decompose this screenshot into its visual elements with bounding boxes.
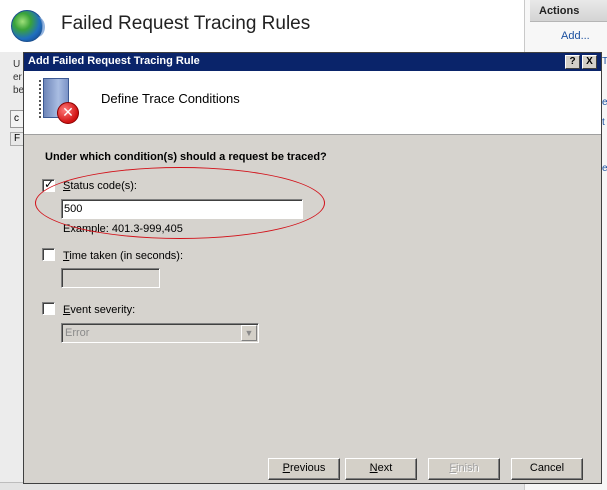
globe-icon bbox=[11, 10, 45, 42]
dialog-title: Add Failed Request Tracing Rule bbox=[28, 55, 200, 67]
wizard-step-title: Define Trace Conditions bbox=[101, 91, 240, 106]
add-rule-dialog: Add Failed Request Tracing Rule ? X ✕ De… bbox=[23, 52, 602, 484]
action-fragment[interactable]: e bbox=[602, 163, 607, 174]
status-code-label: Status code(s): bbox=[63, 180, 137, 192]
wizard-banner: ✕ Define Trace Conditions bbox=[24, 71, 601, 135]
status-code-checkbox[interactable] bbox=[42, 177, 55, 192]
action-fragment[interactable]: T bbox=[602, 56, 607, 67]
event-severity-value: Error bbox=[65, 327, 90, 339]
cancel-button[interactable]: Cancel bbox=[511, 458, 583, 480]
description-fragment: U bbox=[13, 59, 21, 70]
conditions-question: Under which condition(s) should a reques… bbox=[45, 151, 327, 163]
time-taken-label: Time taken (in seconds): bbox=[63, 250, 184, 262]
previous-button[interactable]: Previous bbox=[268, 458, 340, 480]
list-tab[interactable]: c bbox=[10, 110, 24, 128]
description-fragment: er bbox=[13, 72, 22, 83]
close-button[interactable]: X bbox=[582, 55, 597, 69]
event-severity-label: Event severity: bbox=[63, 304, 136, 316]
iis-feature-header: Failed Request Tracing Rules bbox=[0, 0, 524, 52]
event-severity-select[interactable]: Error ▼ bbox=[61, 323, 259, 343]
page-title: Failed Request Tracing Rules bbox=[61, 13, 311, 34]
add-action-link[interactable]: Add... bbox=[561, 30, 590, 42]
dialog-titlebar[interactable]: Add Failed Request Tracing Rule ? X bbox=[24, 53, 601, 71]
help-button[interactable]: ? bbox=[565, 55, 580, 69]
status-code-input[interactable]: 500 bbox=[61, 199, 303, 219]
actions-header: Actions bbox=[530, 0, 607, 22]
status-code-example: Example: 401.3-999,405 bbox=[63, 223, 183, 235]
action-fragment[interactable]: e bbox=[602, 97, 607, 108]
actions-header-label: Actions bbox=[539, 5, 580, 17]
next-button[interactable]: Next bbox=[345, 458, 417, 480]
action-fragment[interactable]: t bbox=[602, 117, 605, 128]
time-taken-checkbox[interactable] bbox=[42, 248, 55, 261]
event-severity-checkbox[interactable] bbox=[42, 302, 55, 315]
column-header[interactable]: F bbox=[10, 132, 24, 146]
finish-button[interactable]: Finish bbox=[428, 458, 500, 480]
time-taken-input[interactable] bbox=[61, 268, 160, 288]
chevron-down-icon[interactable]: ▼ bbox=[241, 325, 257, 341]
trace-log-error-icon: ✕ bbox=[37, 78, 79, 124]
